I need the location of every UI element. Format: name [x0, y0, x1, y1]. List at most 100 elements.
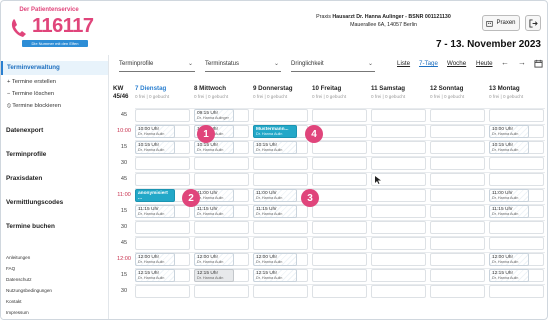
time-slot[interactable] — [371, 157, 426, 170]
time-slot[interactable] — [135, 221, 190, 234]
calendar-icon[interactable] — [534, 59, 543, 68]
appointment-card[interactable]: 11:15 Uhr Dr. Hanna Aulin — [135, 205, 175, 218]
time-slot[interactable] — [312, 109, 367, 122]
time-slot[interactable] — [253, 173, 308, 186]
time-slot[interactable] — [430, 189, 485, 202]
time-slot[interactable] — [312, 205, 367, 218]
time-slot[interactable] — [371, 269, 426, 282]
appointment-card[interactable]: 10:15 Uhr Dr. Hanna Aulin — [253, 141, 297, 154]
sidebar-item-termine-loeschen[interactable]: − Termine löschen — [7, 91, 54, 97]
time-slot[interactable] — [430, 109, 485, 122]
time-slot[interactable] — [489, 285, 544, 298]
time-slot[interactable] — [371, 285, 426, 298]
sidebar-item-terminprofile[interactable]: Terminprofile — [6, 151, 46, 158]
appointment-card[interactable]: 11:15 Uhr Dr. Hanna Aulin — [194, 205, 234, 218]
appointment-card[interactable]: 12:15 Uhr Dr. Hanna Aulin — [135, 269, 175, 282]
time-slot[interactable] — [312, 157, 367, 170]
arrow-left-icon[interactable]: ← — [501, 58, 509, 67]
time-slot[interactable] — [430, 173, 485, 186]
time-slot[interactable] — [194, 157, 249, 170]
time-slot[interactable] — [371, 109, 426, 122]
view-woche[interactable]: Woche — [447, 60, 466, 67]
time-slot[interactable] — [489, 221, 544, 234]
time-slot[interactable] — [371, 141, 426, 154]
appointment-card[interactable]: 12:00 Uhr Dr. Hanna Aulin — [194, 253, 234, 266]
view-liste[interactable]: Liste — [397, 60, 410, 67]
appointment-card[interactable]: 10:00 UhrDr. Hanna Aulin — [135, 125, 175, 138]
sidebar-item-termine-erstellen[interactable]: + Termine erstellen — [7, 79, 56, 85]
time-slot[interactable] — [430, 285, 485, 298]
time-slot[interactable] — [312, 221, 367, 234]
view-heute[interactable]: Heute — [476, 60, 493, 67]
time-slot[interactable] — [489, 157, 544, 170]
time-slot[interactable] — [489, 237, 544, 250]
time-slot[interactable] — [253, 157, 308, 170]
appointment-card[interactable]: 12:15 Uhr Dr. Hanna Aulin — [489, 269, 529, 282]
appointment-card[interactable]: 11:00 Uhr Dr. Hanna Aulin — [194, 189, 234, 202]
time-slot[interactable] — [312, 189, 367, 202]
time-slot[interactable] — [430, 157, 485, 170]
time-slot[interactable] — [430, 141, 485, 154]
time-slot[interactable] — [135, 237, 190, 250]
time-slot[interactable] — [371, 189, 426, 202]
sidebar-item-vermittlungscodes[interactable]: Vermittlungscodes — [6, 199, 63, 206]
time-slot[interactable] — [371, 253, 426, 266]
time-slot[interactable] — [253, 221, 308, 234]
filter-terminstatus[interactable]: Terminstatus ⌄ — [205, 58, 281, 72]
appointment-card[interactable]: 11:15 Uhr Dr. Hanna Aulin — [489, 205, 529, 218]
time-slot[interactable] — [312, 253, 367, 266]
time-slot[interactable] — [312, 173, 367, 186]
arrow-right-icon[interactable]: → — [518, 58, 526, 67]
time-slot[interactable] — [371, 221, 426, 234]
sidebar-item-terminverwaltung[interactable]: Terminverwaltung — [1, 61, 108, 75]
appointment-card[interactable]: 11:00 Uhr Dr. Hanna Aulin — [253, 189, 297, 202]
time-slot[interactable] — [253, 285, 308, 298]
time-slot[interactable] — [312, 269, 367, 282]
filter-terminprofile[interactable]: Terminprofile ⌄ — [119, 58, 195, 72]
time-slot[interactable] — [489, 173, 544, 186]
appointment-card[interactable]: 12:00 Uhr Dr. Hanna Aulin — [135, 253, 175, 266]
sidebar-item-datenexport[interactable]: Datenexport — [6, 127, 43, 134]
appointment-card[interactable]: anonymisiert ...Dr. Hanna Aulin — [135, 189, 175, 202]
view-7-tage[interactable]: 7-Tage — [419, 60, 438, 67]
logo-116117[interactable]: Der Patientenservice 116117 Die Nummer m… — [8, 7, 94, 49]
time-slot[interactable] — [194, 285, 249, 298]
time-slot[interactable] — [430, 205, 485, 218]
time-slot[interactable] — [194, 237, 249, 250]
time-slot[interactable] — [430, 125, 485, 138]
time-slot[interactable] — [430, 253, 485, 266]
time-slot[interactable] — [371, 205, 426, 218]
footer-link-impressum[interactable]: Impressum — [6, 310, 29, 315]
time-slot[interactable] — [312, 141, 367, 154]
time-slot[interactable] — [371, 237, 426, 250]
appointment-card[interactable]: 10:15 Uhr Dr. Hanna Aulin — [135, 141, 175, 154]
footer-link-faq[interactable]: FAQ — [6, 266, 15, 271]
appointment-card[interactable]: 10:00 UhrDr. Hanna Aulin — [489, 125, 529, 138]
appointment-card[interactable]: 09:15 Uhr Dr. Hanna Aulinger — [194, 109, 234, 122]
time-slot[interactable] — [312, 285, 367, 298]
time-slot[interactable] — [194, 173, 249, 186]
time-slot[interactable] — [135, 109, 190, 122]
praxen-button[interactable]: Praxen — [482, 15, 520, 31]
sidebar-item-termine-buchen[interactable]: Termine buchen — [6, 223, 55, 230]
appointment-card[interactable]: 10:15 Uhr Dr. Hanna Aulin — [489, 141, 529, 154]
time-slot[interactable] — [312, 237, 367, 250]
sidebar-item-termine-blockieren[interactable]: ⦸ Termine blockieren — [7, 103, 61, 110]
appointment-card[interactable]: 12:00 Uhr Dr. Hanna Aulin — [253, 253, 297, 266]
appointment-card[interactable]: 11:00 Uhr Dr. Hanna Aulin — [489, 189, 529, 202]
appointment-card[interactable]: 12:15 Uhr Dr. Hanna Aulin — [194, 269, 234, 282]
sidebar-item-praxisdaten[interactable]: Praxisdaten — [6, 175, 42, 182]
appointment-card[interactable]: 10:15 Uhr Dr. Hanna Aulin — [194, 141, 234, 154]
appointment-card[interactable]: Mustermann... Dr. Hanna Aulin — [253, 125, 297, 138]
footer-link-nutzungsbedingungen[interactable]: Nutzungsbedingungen — [6, 288, 52, 293]
footer-link-kontakt[interactable]: Kontakt — [6, 299, 22, 304]
time-slot[interactable] — [253, 237, 308, 250]
time-slot[interactable] — [430, 269, 485, 282]
time-slot[interactable] — [135, 285, 190, 298]
time-slot[interactable] — [371, 125, 426, 138]
time-slot[interactable] — [194, 221, 249, 234]
footer-link-anleitungen[interactable]: Anleitungen — [6, 255, 30, 260]
time-slot[interactable] — [135, 157, 190, 170]
logout-button[interactable] — [525, 15, 541, 31]
footer-link-datenschutz[interactable]: Datenschutz — [6, 277, 32, 282]
